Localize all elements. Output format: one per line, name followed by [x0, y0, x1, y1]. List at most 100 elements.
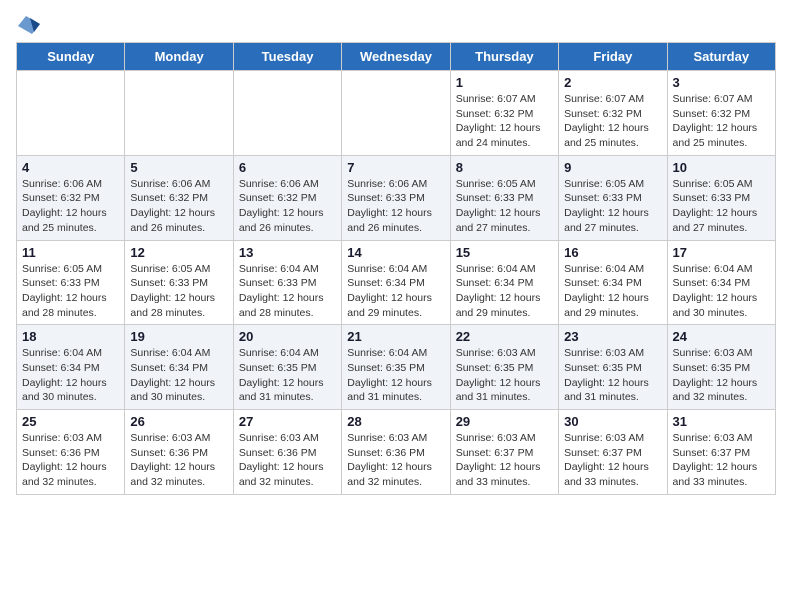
day-of-week-header: Wednesday [342, 43, 450, 71]
calendar-cell: 31 Sunrise: 6:03 AM Sunset: 6:37 PM Dayli… [667, 410, 775, 495]
day-number: 17 [673, 245, 770, 260]
calendar-cell: 3 Sunrise: 6:07 AM Sunset: 6:32 PM Daylig… [667, 71, 775, 156]
calendar-cell: 9 Sunrise: 6:05 AM Sunset: 6:33 PM Daylig… [559, 155, 667, 240]
day-info: Sunrise: 6:06 AM Sunset: 6:33 PM Dayligh… [347, 177, 444, 236]
day-info: Sunrise: 6:03 AM Sunset: 6:36 PM Dayligh… [347, 431, 444, 490]
calendar-cell: 12Sunrise: 6:05 AM Sunset: 6:33 PM Dayli… [125, 240, 233, 325]
day-info: Sunrise: 6:04 AM Sunset: 6:34 PM Dayligh… [673, 262, 770, 321]
day-of-week-header: Monday [125, 43, 233, 71]
page-header [16, 16, 776, 30]
calendar-cell: 6 Sunrise: 6:06 AM Sunset: 6:32 PM Daylig… [233, 155, 341, 240]
day-info: Sunrise: 6:04 AM Sunset: 6:34 PM Dayligh… [130, 346, 227, 405]
calendar-cell: 5Sunrise: 6:06 AM Sunset: 6:32 PM Daylig… [125, 155, 233, 240]
day-info: Sunrise: 6:05 AM Sunset: 6:33 PM Dayligh… [22, 262, 119, 321]
day-number: 23 [564, 329, 661, 344]
calendar-cell: 1 Sunrise: 6:07 AM Sunset: 6:32 PM Daylig… [450, 71, 558, 156]
calendar-cell: 16 Sunrise: 6:04 AM Sunset: 6:34 PM Dayli… [559, 240, 667, 325]
calendar-cell [233, 71, 341, 156]
day-number: 13 [239, 245, 336, 260]
day-info: Sunrise: 6:03 AM Sunset: 6:36 PM Dayligh… [22, 431, 119, 490]
logo-icon [18, 16, 40, 34]
calendar-cell: 11 Sunrise: 6:05 AM Sunset: 6:33 PM Dayli… [17, 240, 125, 325]
calendar-cell: 22 Sunrise: 6:03 AM Sunset: 6:35 PM Dayli… [450, 325, 558, 410]
day-info: Sunrise: 6:04 AM Sunset: 6:34 PM Dayligh… [22, 346, 119, 405]
day-number: 14 [347, 245, 444, 260]
day-number: 22 [456, 329, 553, 344]
calendar-cell: 27 Sunrise: 6:03 AM Sunset: 6:36 PM Dayli… [233, 410, 341, 495]
day-info: Sunrise: 6:03 AM Sunset: 6:35 PM Dayligh… [564, 346, 661, 405]
calendar-cell: 8 Sunrise: 6:05 AM Sunset: 6:33 PM Daylig… [450, 155, 558, 240]
calendar-cell: 14Sunrise: 6:04 AM Sunset: 6:34 PM Dayli… [342, 240, 450, 325]
day-of-week-header: Tuesday [233, 43, 341, 71]
day-info: Sunrise: 6:06 AM Sunset: 6:32 PM Dayligh… [22, 177, 119, 236]
calendar-cell: 25 Sunrise: 6:03 AM Sunset: 6:36 PM Dayli… [17, 410, 125, 495]
calendar-cell: 17 Sunrise: 6:04 AM Sunset: 6:34 PM Dayli… [667, 240, 775, 325]
day-info: Sunrise: 6:03 AM Sunset: 6:36 PM Dayligh… [130, 431, 227, 490]
calendar-cell: 29 Sunrise: 6:03 AM Sunset: 6:37 PM Dayli… [450, 410, 558, 495]
calendar-cell: 2Sunrise: 6:07 AM Sunset: 6:32 PM Daylig… [559, 71, 667, 156]
day-info: Sunrise: 6:06 AM Sunset: 6:32 PM Dayligh… [239, 177, 336, 236]
day-number: 27 [239, 414, 336, 429]
day-of-week-header: Thursday [450, 43, 558, 71]
calendar-table: SundayMondayTuesdayWednesdayThursdayFrid… [16, 42, 776, 495]
calendar-header-row: SundayMondayTuesdayWednesdayThursdayFrid… [17, 43, 776, 71]
calendar-week-row: 4 Sunrise: 6:06 AM Sunset: 6:32 PM Daylig… [17, 155, 776, 240]
day-info: Sunrise: 6:03 AM Sunset: 6:37 PM Dayligh… [456, 431, 553, 490]
calendar-cell: 4 Sunrise: 6:06 AM Sunset: 6:32 PM Daylig… [17, 155, 125, 240]
calendar-week-row: 11 Sunrise: 6:05 AM Sunset: 6:33 PM Dayli… [17, 240, 776, 325]
day-number: 21 [347, 329, 444, 344]
day-info: Sunrise: 6:03 AM Sunset: 6:37 PM Dayligh… [564, 431, 661, 490]
day-info: Sunrise: 6:03 AM Sunset: 6:37 PM Dayligh… [673, 431, 770, 490]
calendar-cell: 20Sunrise: 6:04 AM Sunset: 6:35 PM Dayli… [233, 325, 341, 410]
day-info: Sunrise: 6:03 AM Sunset: 6:36 PM Dayligh… [239, 431, 336, 490]
calendar-week-row: 25 Sunrise: 6:03 AM Sunset: 6:36 PM Dayli… [17, 410, 776, 495]
day-of-week-header: Saturday [667, 43, 775, 71]
day-number: 11 [22, 245, 119, 260]
day-of-week-header: Friday [559, 43, 667, 71]
day-number: 4 [22, 160, 119, 175]
day-number: 16 [564, 245, 661, 260]
day-number: 30 [564, 414, 661, 429]
calendar-cell: 30 Sunrise: 6:03 AM Sunset: 6:37 PM Dayli… [559, 410, 667, 495]
day-info: Sunrise: 6:03 AM Sunset: 6:35 PM Dayligh… [456, 346, 553, 405]
calendar-week-row: 18Sunrise: 6:04 AM Sunset: 6:34 PM Dayli… [17, 325, 776, 410]
day-info: Sunrise: 6:05 AM Sunset: 6:33 PM Dayligh… [673, 177, 770, 236]
day-number: 31 [673, 414, 770, 429]
day-info: Sunrise: 6:05 AM Sunset: 6:33 PM Dayligh… [564, 177, 661, 236]
calendar-cell [125, 71, 233, 156]
calendar-cell: 13 Sunrise: 6:04 AM Sunset: 6:33 PM Dayli… [233, 240, 341, 325]
day-number: 25 [22, 414, 119, 429]
calendar-cell: 7 Sunrise: 6:06 AM Sunset: 6:33 PM Daylig… [342, 155, 450, 240]
day-info: Sunrise: 6:04 AM Sunset: 6:35 PM Dayligh… [347, 346, 444, 405]
day-info: Sunrise: 6:04 AM Sunset: 6:33 PM Dayligh… [239, 262, 336, 321]
day-info: Sunrise: 6:05 AM Sunset: 6:33 PM Dayligh… [130, 262, 227, 321]
calendar-cell: 10Sunrise: 6:05 AM Sunset: 6:33 PM Dayli… [667, 155, 775, 240]
day-info: Sunrise: 6:07 AM Sunset: 6:32 PM Dayligh… [564, 92, 661, 151]
calendar-cell: 26 Sunrise: 6:03 AM Sunset: 6:36 PM Dayli… [125, 410, 233, 495]
day-number: 6 [239, 160, 336, 175]
day-info: Sunrise: 6:07 AM Sunset: 6:32 PM Dayligh… [673, 92, 770, 151]
calendar-cell: 23 Sunrise: 6:03 AM Sunset: 6:35 PM Dayli… [559, 325, 667, 410]
day-info: Sunrise: 6:04 AM Sunset: 6:34 PM Dayligh… [456, 262, 553, 321]
calendar-week-row: 1 Sunrise: 6:07 AM Sunset: 6:32 PM Daylig… [17, 71, 776, 156]
calendar-cell: 19Sunrise: 6:04 AM Sunset: 6:34 PM Dayli… [125, 325, 233, 410]
day-info: Sunrise: 6:04 AM Sunset: 6:35 PM Dayligh… [239, 346, 336, 405]
day-info: Sunrise: 6:07 AM Sunset: 6:32 PM Dayligh… [456, 92, 553, 151]
calendar-cell: 21 Sunrise: 6:04 AM Sunset: 6:35 PM Dayli… [342, 325, 450, 410]
calendar-cell [342, 71, 450, 156]
day-number: 1 [456, 75, 553, 90]
calendar-cell: 28Sunrise: 6:03 AM Sunset: 6:36 PM Dayli… [342, 410, 450, 495]
logo [16, 16, 40, 30]
day-number: 29 [456, 414, 553, 429]
day-number: 3 [673, 75, 770, 90]
day-number: 26 [130, 414, 227, 429]
day-info: Sunrise: 6:03 AM Sunset: 6:35 PM Dayligh… [673, 346, 770, 405]
day-number: 8 [456, 160, 553, 175]
calendar-cell [17, 71, 125, 156]
day-info: Sunrise: 6:05 AM Sunset: 6:33 PM Dayligh… [456, 177, 553, 236]
calendar-cell: 15Sunrise: 6:04 AM Sunset: 6:34 PM Dayli… [450, 240, 558, 325]
day-number: 7 [347, 160, 444, 175]
day-info: Sunrise: 6:04 AM Sunset: 6:34 PM Dayligh… [564, 262, 661, 321]
day-number: 9 [564, 160, 661, 175]
calendar-cell: 24Sunrise: 6:03 AM Sunset: 6:35 PM Dayli… [667, 325, 775, 410]
